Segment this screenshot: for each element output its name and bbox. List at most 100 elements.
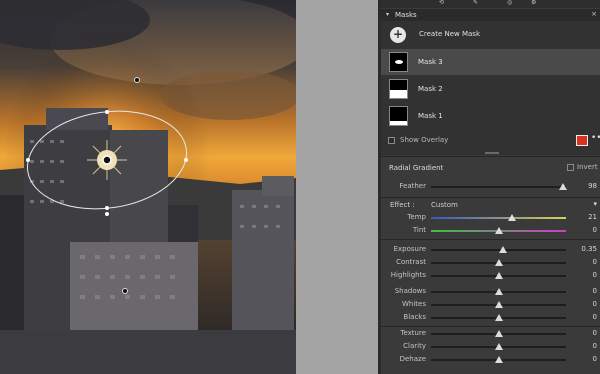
- divider: [381, 326, 600, 327]
- slider-knob[interactable]: [494, 227, 503, 234]
- slider-knob[interactable]: [494, 301, 503, 308]
- slider-label: Texture: [400, 329, 426, 337]
- slider-label: Contrast: [396, 258, 426, 266]
- slider-knob[interactable]: [494, 288, 503, 295]
- mask-label: Mask 1: [418, 112, 443, 120]
- exposure-slider[interactable]: Exposure 0.35: [381, 244, 600, 256]
- slider-value[interactable]: 0: [571, 271, 597, 279]
- dehaze-slider[interactable]: Dehaze 0: [381, 354, 600, 366]
- slider-value[interactable]: 0.35: [571, 245, 597, 253]
- mask-thumbnail: [389, 52, 408, 72]
- show-overlay-checkbox[interactable]: [388, 137, 395, 144]
- chevron-down-icon[interactable]: ▾: [386, 11, 389, 18]
- effect-row: Effect : Custom ▾: [381, 199, 600, 211]
- effect-label: Effect :: [390, 201, 415, 209]
- slider-label: Shadows: [394, 287, 426, 295]
- slider-track[interactable]: [431, 356, 566, 363]
- slider-label: Whites: [401, 300, 426, 308]
- slider-label: Highlights: [390, 271, 426, 279]
- city-sunset-image: [0, 0, 296, 374]
- slider-knob[interactable]: [494, 356, 503, 363]
- masks-header[interactable]: ▾ Masks ×: [381, 9, 600, 21]
- mask-label: Mask 3: [418, 58, 443, 66]
- effect-preset-dropdown[interactable]: Custom: [431, 201, 458, 209]
- slider-track[interactable]: [431, 183, 568, 190]
- show-overlay-label: Show Overlay: [400, 136, 449, 144]
- panel-toolbar: ⟲ ✎ ◎ ⚙: [381, 0, 600, 8]
- more-options-icon[interactable]: •••: [591, 133, 600, 143]
- radial-gradient-section: Radial Gradient Invert Feather 98: [381, 158, 600, 198]
- slider-knob[interactable]: [494, 272, 503, 279]
- create-new-mask-button[interactable]: + Create New Mask: [387, 25, 597, 45]
- slider-knob[interactable]: [508, 214, 516, 221]
- slider-value[interactable]: 0: [571, 342, 597, 350]
- slider-track[interactable]: [431, 343, 566, 350]
- masks-panel: ⟲ ✎ ◎ ⚙ ▾ Masks × + Create New Mask Mask…: [378, 0, 600, 374]
- slider-label: Exposure: [393, 245, 426, 253]
- mask-item-3[interactable]: Mask 3: [381, 49, 600, 75]
- slider-knob[interactable]: [499, 246, 508, 253]
- slider-track[interactable]: [431, 314, 566, 321]
- slider-value[interactable]: 0: [571, 287, 597, 295]
- target-icon[interactable]: ◎: [507, 0, 512, 6]
- mask-item-1[interactable]: Mask 1: [381, 103, 600, 129]
- edit-icon[interactable]: ✎: [473, 0, 478, 6]
- slider-knob[interactable]: [494, 314, 503, 321]
- masks-title: Masks: [395, 11, 417, 19]
- slider-track[interactable]: [431, 330, 566, 337]
- settings-icon[interactable]: ⚙: [531, 0, 536, 6]
- texture-slider[interactable]: Texture 0: [381, 328, 600, 340]
- blacks-slider[interactable]: Blacks 0: [381, 312, 600, 324]
- shadows-slider[interactable]: Shadows 0: [381, 286, 600, 298]
- slider-value[interactable]: 98: [571, 182, 597, 190]
- photo-preview[interactable]: [0, 0, 296, 374]
- close-icon[interactable]: ×: [591, 10, 597, 18]
- slider-value[interactable]: 0: [571, 300, 597, 308]
- slider-value[interactable]: 0: [571, 226, 597, 234]
- collapse-triangle-icon[interactable]: ▾: [593, 200, 597, 208]
- slider-knob[interactable]: [494, 330, 503, 337]
- invert-label: Invert: [577, 163, 598, 171]
- slider-track[interactable]: [431, 272, 566, 279]
- history-icon[interactable]: ⟲: [439, 0, 444, 6]
- slider-label: Clarity: [403, 342, 426, 350]
- slider-label: Tint: [412, 226, 426, 234]
- contrast-slider[interactable]: Contrast 0: [381, 257, 600, 269]
- slider-track[interactable]: [431, 227, 566, 234]
- slider-knob[interactable]: [494, 259, 503, 266]
- slider-knob[interactable]: [559, 183, 568, 190]
- slider-label: Feather: [399, 182, 426, 190]
- overlay-color-swatch[interactable]: [576, 135, 588, 146]
- slider-value[interactable]: 0: [571, 329, 597, 337]
- mask-item-2[interactable]: Mask 2: [381, 76, 600, 102]
- slider-value[interactable]: 21: [571, 213, 597, 221]
- resize-grip[interactable]: [485, 152, 499, 154]
- highlights-slider[interactable]: Highlights 0: [381, 270, 600, 282]
- mask-thumbnail: [389, 79, 408, 99]
- slider-knob[interactable]: [494, 343, 503, 350]
- slider-track[interactable]: [431, 259, 566, 266]
- slider-value[interactable]: 0: [571, 313, 597, 321]
- whites-slider[interactable]: Whites 0: [381, 299, 600, 311]
- slider-track[interactable]: [431, 214, 566, 221]
- mask-label: Mask 2: [418, 85, 443, 93]
- slider-track[interactable]: [431, 301, 566, 308]
- create-new-mask-label: Create New Mask: [419, 30, 481, 38]
- slider-value[interactable]: 0: [571, 355, 597, 363]
- plus-icon: +: [390, 27, 406, 43]
- slider-label: Blacks: [403, 313, 426, 321]
- slider-label: Temp: [407, 213, 426, 221]
- slider-track[interactable]: [431, 288, 566, 295]
- invert-checkbox[interactable]: [567, 164, 574, 171]
- tint-slider[interactable]: Tint 0: [381, 225, 600, 237]
- divider: [381, 197, 600, 198]
- clarity-slider[interactable]: Clarity 0: [381, 341, 600, 353]
- slider-track[interactable]: [431, 246, 566, 253]
- show-overlay-row: Show Overlay •••: [388, 133, 600, 149]
- temp-slider[interactable]: Temp 21: [381, 212, 600, 224]
- canvas-area: [0, 0, 378, 374]
- slider-value[interactable]: 0: [571, 258, 597, 266]
- slider-label: Dehaze: [399, 355, 426, 363]
- feather-slider[interactable]: Feather 98: [381, 181, 600, 193]
- divider: [381, 239, 600, 240]
